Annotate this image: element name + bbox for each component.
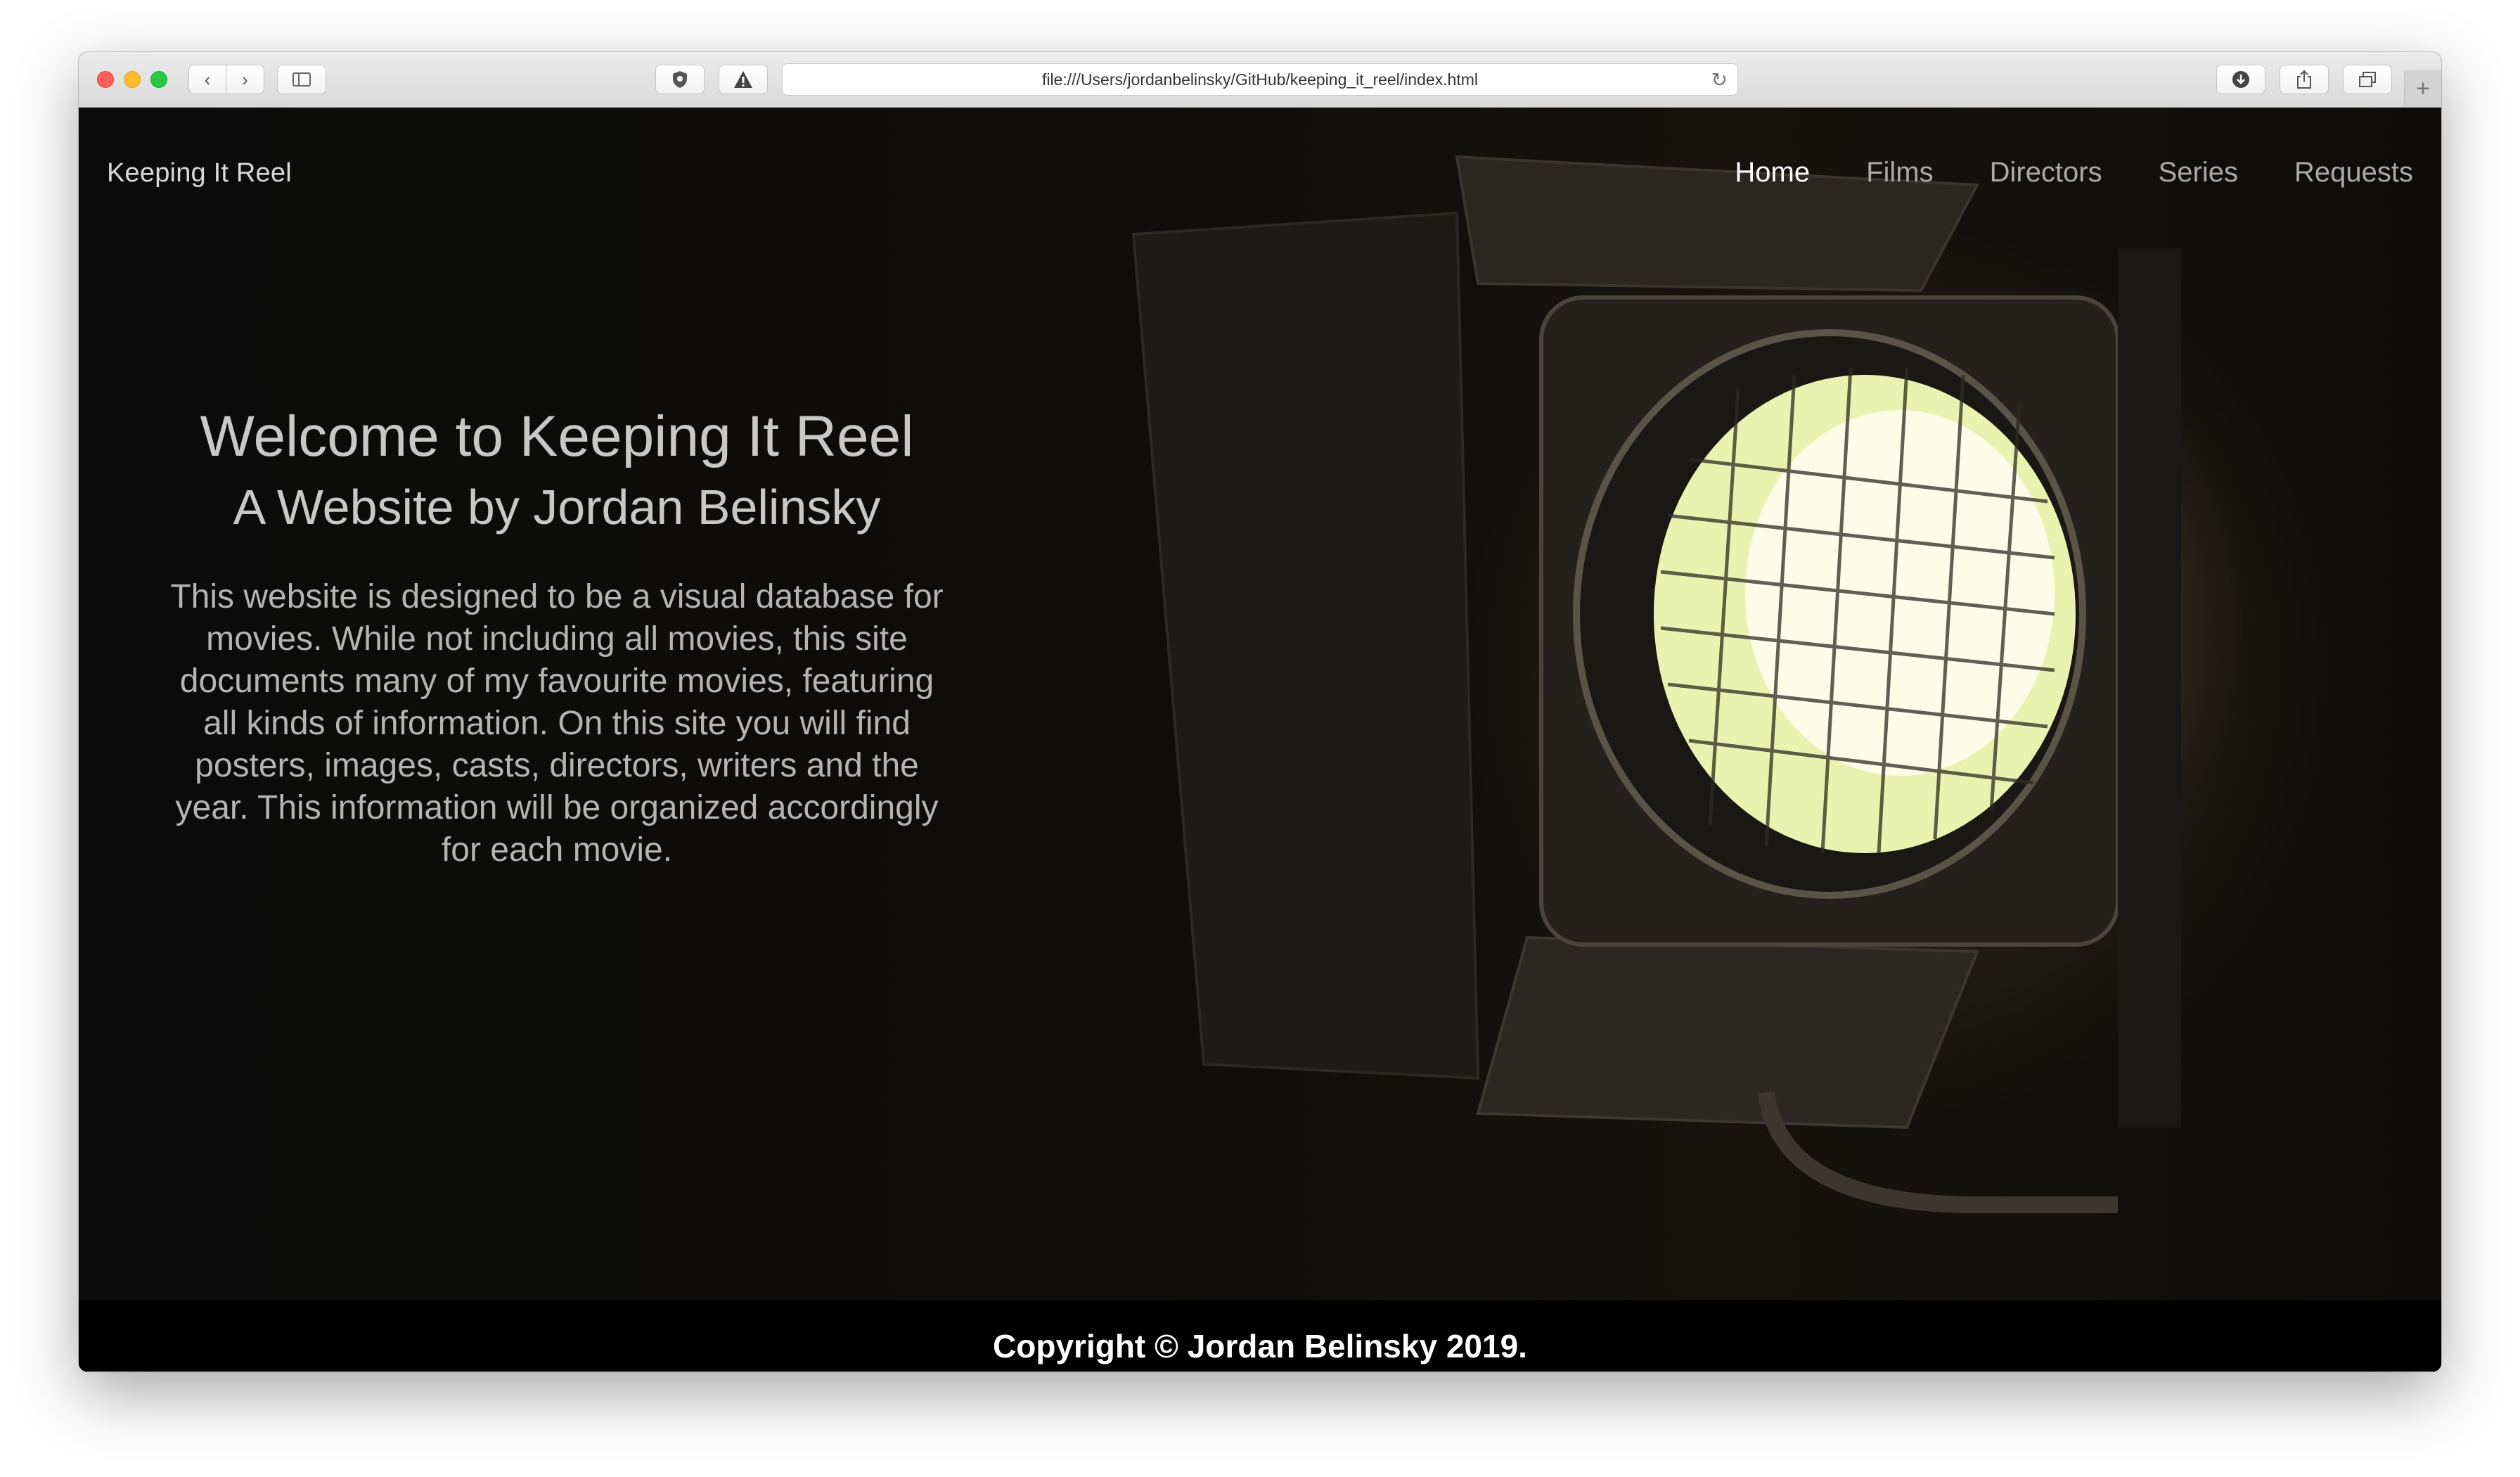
site-footer: Copyright © Jordan Belinsky 2019. bbox=[79, 1300, 2441, 1372]
tabs-icon bbox=[2359, 72, 2376, 87]
forward-button[interactable]: › bbox=[226, 65, 264, 94]
hero-subtitle: A Website by Jordan Belinsky bbox=[233, 480, 881, 535]
nav-link-home[interactable]: Home bbox=[1735, 157, 1810, 188]
show-tabs-button[interactable] bbox=[2343, 65, 2392, 94]
sidebar-icon bbox=[292, 72, 311, 87]
shield-icon bbox=[673, 71, 687, 88]
warning-button[interactable] bbox=[719, 65, 768, 94]
footer-copyright: Copyright © Jordan Belinsky 2019. bbox=[993, 1328, 1527, 1364]
plus-icon: + bbox=[2416, 75, 2430, 102]
reload-icon[interactable]: ↻ bbox=[1711, 68, 1728, 91]
browser-toolbar: ‹ › file:///Users/jordanbelinsky/GitHub/… bbox=[79, 52, 2441, 108]
zoom-window-button[interactable] bbox=[150, 71, 167, 88]
browser-window: ‹ › file:///Users/jordanbelinsky/GitHub/… bbox=[79, 52, 2441, 1372]
nav-link-requests[interactable]: Requests bbox=[2294, 157, 2413, 188]
chevron-left-icon: ‹ bbox=[204, 68, 211, 90]
back-button[interactable]: ‹ bbox=[188, 65, 226, 94]
share-button[interactable] bbox=[2280, 65, 2329, 94]
nav-link-series[interactable]: Series bbox=[2159, 157, 2238, 188]
site-brand[interactable]: Keeping It Reel bbox=[107, 158, 292, 188]
hero-description: This website is designed to be a visual … bbox=[170, 578, 944, 869]
nav-link-directors[interactable]: Directors bbox=[1990, 157, 2102, 188]
hero-section: Welcome to Keeping It Reel A Website by … bbox=[163, 402, 951, 871]
nav-link-films[interactable]: Films bbox=[1866, 157, 1934, 188]
share-icon bbox=[2297, 70, 2311, 89]
hero-title: Welcome to Keeping It Reel bbox=[200, 404, 914, 468]
address-url: file:///Users/jordanbelinsky/GitHub/keep… bbox=[1041, 70, 1479, 89]
nav-links: Home Films Directors Series Requests bbox=[1735, 157, 2413, 188]
address-bar[interactable]: file:///Users/jordanbelinsky/GitHub/keep… bbox=[782, 63, 1738, 96]
web-page: Keeping It Reel Home Films Directors Ser… bbox=[79, 108, 2441, 1372]
download-icon bbox=[2232, 71, 2249, 88]
warning-icon bbox=[734, 71, 752, 88]
sidebar-toggle-button[interactable] bbox=[277, 65, 326, 94]
new-tab-button[interactable]: + bbox=[2404, 70, 2441, 107]
minimize-window-button[interactable] bbox=[124, 71, 141, 88]
site-navbar: Keeping It Reel Home Films Directors Ser… bbox=[79, 108, 2441, 241]
history-navigation: ‹ › bbox=[188, 65, 266, 94]
downloads-button[interactable] bbox=[2216, 65, 2265, 94]
chevron-right-icon: › bbox=[242, 68, 248, 90]
close-window-button[interactable] bbox=[97, 71, 114, 88]
privacy-report-button[interactable] bbox=[655, 65, 705, 94]
